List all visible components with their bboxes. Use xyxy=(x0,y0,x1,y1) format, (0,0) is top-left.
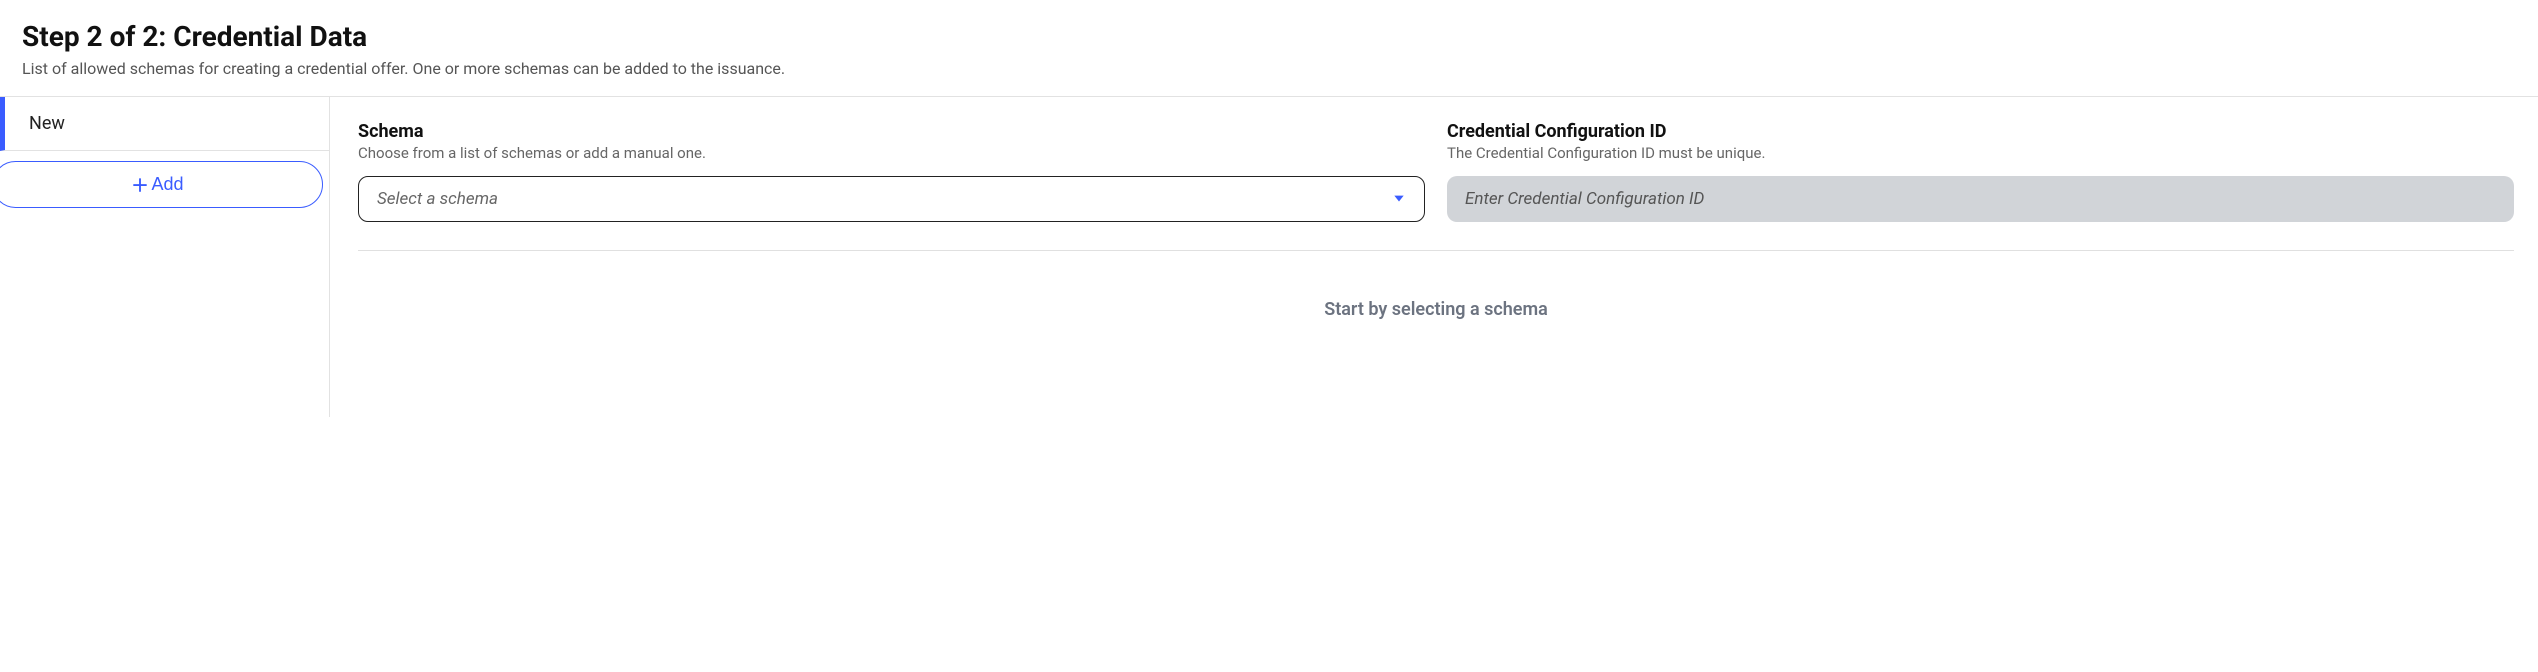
page-subtitle: List of allowed schemas for creating a c… xyxy=(22,59,2516,78)
config-id-field: Credential Configuration ID The Credenti… xyxy=(1447,121,2514,222)
sidebar: New Add xyxy=(0,97,330,417)
tab-new-label: New xyxy=(29,113,65,134)
schema-select[interactable]: Select a schema xyxy=(358,176,1425,222)
schema-select-placeholder: Select a schema xyxy=(377,189,498,209)
main-panel: Schema Choose from a list of schemas or … xyxy=(330,97,2538,417)
page-container: Step 2 of 2: Credential Data List of all… xyxy=(0,0,2538,417)
config-id-field-label: Credential Configuration ID xyxy=(1447,121,2514,142)
plus-icon xyxy=(131,176,149,194)
empty-state-text: Start by selecting a schema xyxy=(358,299,2514,320)
schema-field-label: Schema xyxy=(358,121,1425,142)
schema-field-desc: Choose from a list of schemas or add a m… xyxy=(358,144,1425,162)
header: Step 2 of 2: Credential Data List of all… xyxy=(0,0,2538,96)
fields-row: Schema Choose from a list of schemas or … xyxy=(358,121,2514,222)
content-row: New Add Schema Choose from a list of sch… xyxy=(0,97,2538,417)
tab-new[interactable]: New xyxy=(0,97,329,151)
page-title: Step 2 of 2: Credential Data xyxy=(22,20,2516,53)
add-button-label: Add xyxy=(151,174,183,195)
config-id-field-desc: The Credential Configuration ID must be … xyxy=(1447,144,2514,162)
config-id-input[interactable] xyxy=(1447,176,2514,222)
caret-down-icon xyxy=(1392,190,1406,209)
add-button[interactable]: Add xyxy=(0,161,323,208)
schema-field: Schema Choose from a list of schemas or … xyxy=(358,121,1425,222)
fields-divider xyxy=(358,250,2514,251)
